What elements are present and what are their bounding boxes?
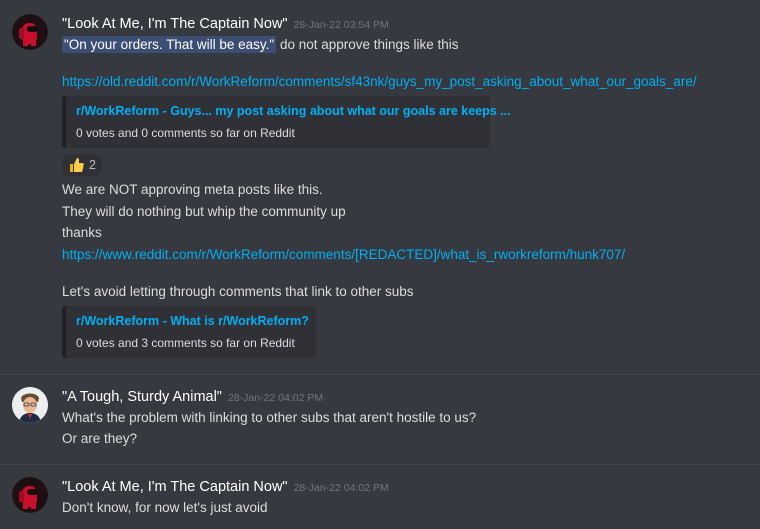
- message-link: https://old.reddit.com/r/WorkReform/comm…: [62, 73, 697, 91]
- message-text-3: They will do nothing but whip the commun…: [62, 204, 346, 219]
- reaction-count: 2: [89, 158, 96, 172]
- message-text-rest: do not approve things like this: [276, 37, 459, 52]
- reddit-link-1[interactable]: https://old.reddit.com/r/WorkReform/comm…: [62, 74, 697, 89]
- message-header: "Look At Me, I'm The Captain Now" 28-Jan-…: [62, 479, 389, 495]
- message-divider: [0, 374, 760, 375]
- timestamp: 28-Jan-22 03:54 PM: [293, 19, 389, 31]
- message-text: Or are they?: [62, 431, 138, 446]
- message-divider: [0, 464, 760, 465]
- message-text-5: Let's avoid letting through comments tha…: [62, 284, 414, 299]
- link-embed-2: r/WorkReform - What is r/WorkReform? 0 v…: [62, 306, 316, 358]
- author-name[interactable]: "A Tough, Sturdy Animal": [62, 389, 222, 405]
- message-text-4: thanks: [62, 225, 102, 240]
- message-text: "On your orders. That will be easy." do …: [62, 36, 459, 54]
- embed-description: 0 votes and 0 comments so far on Reddit: [76, 126, 295, 140]
- user-portrait-icon: [12, 387, 48, 423]
- reddit-link-2[interactable]: https://www.reddit.com/r/WorkReform/comm…: [62, 247, 625, 262]
- among-us-avatar-icon: [12, 477, 48, 513]
- avatar-animal[interactable]: [12, 387, 48, 423]
- embed-title[interactable]: r/WorkReform - What is r/WorkReform?: [76, 314, 309, 328]
- avatar-captain[interactable]: [12, 477, 48, 513]
- reaction-thumbs-up[interactable]: 2: [62, 154, 102, 176]
- link-embed-1: r/WorkReform - Guys... my post asking ab…: [62, 96, 511, 148]
- avatar-captain[interactable]: [12, 14, 48, 50]
- author-name[interactable]: "Look At Me, I'm The Captain Now": [62, 479, 288, 495]
- among-us-avatar-icon: [12, 14, 48, 50]
- message-header: "A Tough, Sturdy Animal" 28-Jan-22 04:02 …: [62, 389, 323, 405]
- thumbs-up-icon: [70, 158, 84, 172]
- timestamp: 28-Jan-22 04:02 PM: [293, 482, 389, 494]
- message-header: "Look At Me, I'm The Captain Now" 28-Jan-…: [62, 16, 389, 32]
- message-text: Don't know, for now let's just avoid: [62, 500, 268, 515]
- quoted-highlight: "On your orders. That will be easy.": [62, 36, 277, 53]
- embed-title[interactable]: r/WorkReform - Guys... my post asking ab…: [76, 104, 511, 118]
- message-text-2: We are NOT approving meta posts like thi…: [62, 182, 323, 197]
- timestamp: 28-Jan-22 04:02 PM: [227, 392, 324, 404]
- author-name[interactable]: "Look At Me, I'm The Captain Now": [62, 16, 288, 32]
- message-link-2: https://www.reddit.com/r/WorkReform/comm…: [62, 246, 625, 264]
- embed-description: 0 votes and 3 comments so far on Reddit: [76, 336, 295, 350]
- message-text: What's the problem with linking to other…: [62, 410, 477, 425]
